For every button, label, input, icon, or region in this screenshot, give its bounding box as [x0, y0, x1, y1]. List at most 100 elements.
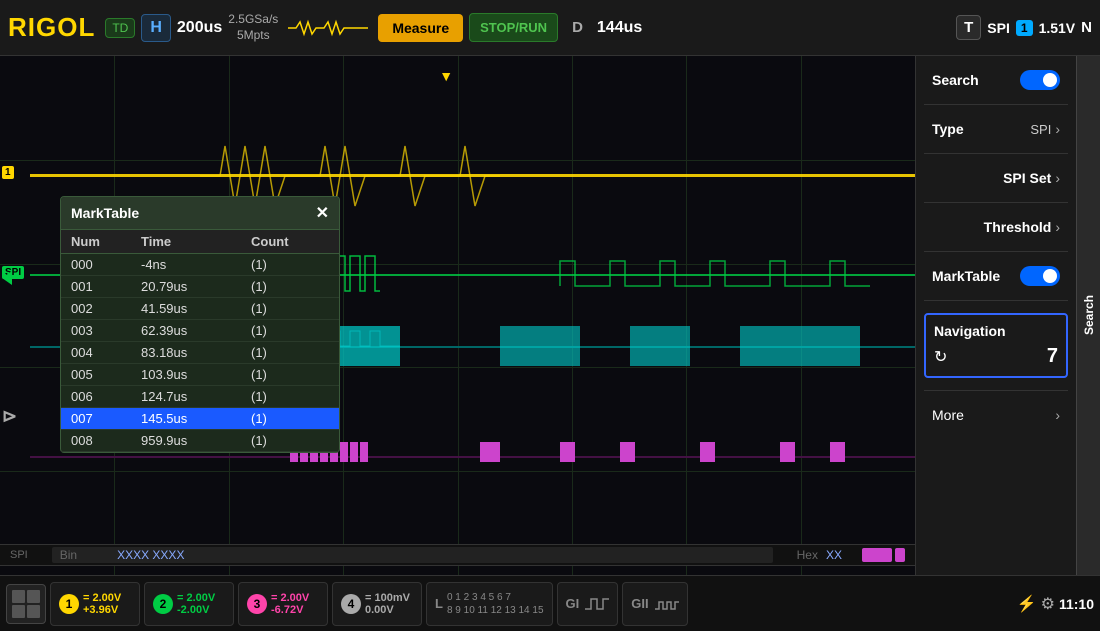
- ch2-badge: 2: [153, 594, 173, 614]
- table-row[interactable]: 003 62.39us (1): [61, 320, 339, 342]
- sample-info: 2.5GSa/s 5Mpts: [228, 12, 278, 43]
- navigation-icon: ↻: [934, 347, 947, 367]
- spi-set-item[interactable]: SPI Set ›: [924, 162, 1068, 194]
- ch3-volt-bot: -6.72V: [271, 604, 309, 616]
- ch4-block-5: [700, 442, 715, 462]
- trigger-arrow: ▼: [439, 68, 453, 84]
- ch1-volt-bot: +3.96V: [83, 604, 121, 616]
- grid-button[interactable]: [6, 584, 46, 624]
- ch2-status[interactable]: 2 = 2.00V -2.00V: [144, 582, 234, 626]
- right-panel: Search Type SPI › SPI Set › Thr: [915, 56, 1100, 575]
- ch1-status[interactable]: 1 = 2.00V +3.96V: [50, 582, 140, 626]
- ch3-burst-3: [630, 326, 690, 366]
- h-label: H: [141, 14, 171, 42]
- type-item[interactable]: Type SPI ›: [924, 113, 1068, 145]
- navigation-label: Navigation: [934, 323, 1006, 339]
- navigation-number: 7: [1047, 345, 1058, 368]
- marktable-toggle[interactable]: [1020, 266, 1060, 286]
- ch2-pulses-svg: [550, 256, 870, 296]
- table-row[interactable]: 006 124.7us (1): [61, 386, 339, 408]
- table-row[interactable]: 004 83.18us (1): [61, 342, 339, 364]
- col-num: Num: [71, 234, 141, 249]
- hex-value: XX: [826, 548, 842, 562]
- search-vertical-tab[interactable]: Search: [1076, 56, 1100, 575]
- ch4-block-2: [480, 442, 500, 462]
- col-time: Time: [141, 234, 251, 249]
- threshold-item[interactable]: Threshold ›: [924, 211, 1068, 243]
- l-status[interactable]: L 0 1 2 3 4 5 6 7 8 9 10 11 12 13 14 15: [426, 582, 553, 626]
- measure-button[interactable]: Measure: [378, 14, 463, 42]
- ch4-bit-7: [350, 442, 358, 462]
- rigol-logo: RIGOL: [8, 12, 95, 43]
- d-label: D: [564, 15, 591, 40]
- td-badge: TD: [105, 18, 135, 38]
- gii-status[interactable]: GII: [622, 582, 687, 626]
- mark-table: MarkTable ✕ Num Time Count 000 -4ns (1) …: [60, 196, 340, 453]
- ch3-burst-4: [740, 326, 860, 366]
- ch4-bit-6: [340, 442, 348, 462]
- ch1-volt-top: = 2.00V: [83, 592, 121, 604]
- channel-number: 1: [1016, 20, 1033, 36]
- ch2-arrow: [2, 271, 18, 290]
- ch4-block-3: [560, 442, 575, 462]
- stop-run-button[interactable]: STOP/RUN: [469, 13, 558, 42]
- l-label: L: [435, 596, 443, 611]
- divider-3: [924, 202, 1068, 203]
- ch4-status[interactable]: 4 = 100mV 0.00V: [332, 582, 422, 626]
- table-row[interactable]: 002 41.59us (1): [61, 298, 339, 320]
- ch3-badge: 3: [247, 594, 267, 614]
- protocol-label: SPI: [987, 20, 1010, 36]
- ch2-volt-top: = 2.00V: [177, 592, 215, 604]
- ch4-values: = 100mV 0.00V: [365, 592, 410, 616]
- spi-set-label: SPI Set: [1003, 170, 1051, 186]
- threshold-arrow: ›: [1055, 219, 1060, 235]
- table-row[interactable]: 008 959.9us (1): [61, 430, 339, 452]
- gii-wave-icon: [655, 594, 679, 614]
- ch3-volt-top: = 2.00V: [271, 592, 309, 604]
- delay-value: 144us: [597, 19, 642, 37]
- type-label: Type: [932, 121, 964, 137]
- table-row[interactable]: 001 20.79us (1): [61, 276, 339, 298]
- ch4-bit-8: [360, 442, 368, 462]
- spi-bus-bar: SPI Bin XXXX XXXX Hex XX: [0, 544, 915, 566]
- ch3-status[interactable]: 3 = 2.00V -6.72V: [238, 582, 328, 626]
- gi-wave-icon: [585, 594, 609, 614]
- voltage-value: 1.51V: [1039, 20, 1076, 36]
- ch4-badge: 4: [341, 594, 361, 614]
- close-button[interactable]: ✕: [316, 203, 329, 223]
- ch2-values: = 2.00V -2.00V: [177, 592, 215, 616]
- more-label: More: [932, 407, 964, 423]
- col-count: Count: [251, 234, 331, 249]
- mark-table-header: MarkTable ✕: [61, 197, 339, 230]
- table-row[interactable]: 005 103.9us (1): [61, 364, 339, 386]
- marktable-label: MarkTable: [932, 268, 1000, 284]
- l-numbers: 0 1 2 3 4 5 6 7 8 9 10 11 12 13 14 15: [447, 591, 544, 617]
- divider-4: [924, 251, 1068, 252]
- mark-table-body: 000 -4ns (1) 001 20.79us (1) 002 41.59us…: [61, 254, 339, 452]
- ch1-badge: 1: [59, 594, 79, 614]
- threshold-label: Threshold: [984, 219, 1052, 235]
- ch2-volt-bot: -2.00V: [177, 604, 215, 616]
- search-toggle[interactable]: [1020, 70, 1060, 90]
- hex-label: Hex: [797, 548, 818, 562]
- bin-label: Bin: [60, 548, 77, 562]
- spi-set-arrow: ›: [1055, 170, 1060, 186]
- search-vertical-text: Search: [1082, 295, 1096, 335]
- spi-magenta-1: [862, 548, 892, 562]
- table-row-selected[interactable]: 007 145.5us (1): [61, 408, 339, 430]
- gi-status[interactable]: GI: [557, 582, 619, 626]
- more-arrow: ›: [1055, 407, 1060, 423]
- gi-label: GI: [566, 596, 580, 611]
- top-bar: RIGOL TD H 200us 2.5GSa/s 5Mpts Measure …: [0, 0, 1100, 56]
- gii-label: GII: [631, 596, 648, 611]
- navigation-section[interactable]: Navigation ↻ 7: [924, 313, 1068, 378]
- spi-magenta-2: [895, 548, 905, 562]
- settings-icon[interactable]: ⚙: [1041, 594, 1055, 614]
- scope-display: ▼ 1 SPI ⊳: [0, 56, 915, 575]
- more-item[interactable]: More ›: [924, 399, 1068, 431]
- usb-icon: ⚡: [1017, 594, 1037, 614]
- time-display: 11:10: [1059, 596, 1094, 612]
- table-row[interactable]: 000 -4ns (1): [61, 254, 339, 276]
- ch4-block-6: [780, 442, 795, 462]
- search-label: Search: [932, 72, 979, 88]
